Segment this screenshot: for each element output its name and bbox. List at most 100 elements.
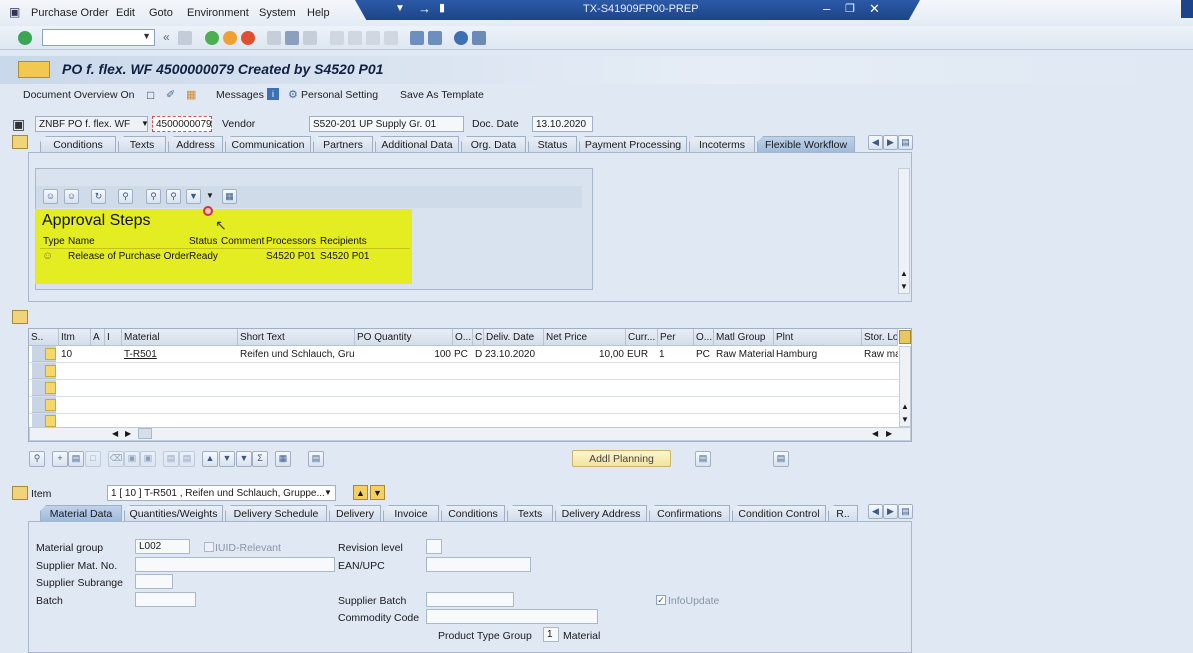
scroll-left-icon[interactable]: ◀ (872, 429, 878, 438)
col-plant[interactable]: Plnt (774, 329, 862, 346)
other-po-icon[interactable]: ✐ (166, 88, 175, 101)
cell-matl-group[interactable]: Raw Materials (716, 349, 774, 360)
menu-purchase-order[interactable]: Purchase Order (31, 7, 109, 19)
po-number-field[interactable]: 4500000079 (152, 116, 212, 132)
next-page-icon[interactable] (366, 31, 380, 45)
tab-right-icon[interactable]: ▶ (883, 504, 898, 519)
items-hscrollbar[interactable]: ◀ ▶ ◀ ▶ (29, 427, 911, 441)
scroll-up-icon[interactable]: ▲ (901, 402, 909, 411)
menu-edit[interactable]: Edit (116, 7, 135, 19)
supplier-mat-field[interactable] (135, 557, 335, 572)
shortcut-icon[interactable] (428, 31, 442, 45)
tab-delivery-address[interactable]: Delivery Address (555, 505, 647, 521)
lock-icon[interactable]: ▣ (124, 451, 140, 467)
scroll-right-icon[interactable]: ▶ (886, 429, 892, 438)
collapse-icon[interactable]: « (163, 30, 177, 44)
col-net-price[interactable]: Net Price (544, 329, 626, 346)
approval-row-name[interactable]: Release of Purchase Order (68, 251, 189, 262)
expand-items-icon[interactable] (12, 310, 28, 324)
cell-unit[interactable]: PC (454, 349, 468, 360)
print-preview-icon[interactable]: ▦ (275, 451, 291, 467)
cell-currency[interactable]: EUR (627, 349, 648, 360)
addl-planning-button[interactable]: Addl Planning (572, 450, 671, 467)
menu-system[interactable]: System (259, 7, 296, 19)
col-per[interactable]: Per (658, 329, 694, 346)
tab-org-data[interactable]: Org. Data (461, 136, 526, 152)
tab-left-icon[interactable]: ◀ (868, 135, 883, 150)
command-field[interactable]: ▼ (42, 29, 155, 46)
product-type-group-field[interactable]: 1 (543, 627, 559, 642)
tab-incoterms[interactable]: Incoterms (689, 136, 755, 152)
col-stor-loc[interactable]: Stor. Lo (862, 329, 898, 346)
hold-icon[interactable]: ▦ (186, 88, 196, 101)
copy-row-icon[interactable]: ▤ (68, 451, 84, 467)
menu-goto[interactable]: Goto (149, 7, 173, 19)
person-icon[interactable]: ☺ (43, 189, 58, 204)
collapse-item-icon[interactable] (12, 486, 28, 500)
doc-date-field[interactable]: 13.10.2020 (532, 116, 593, 132)
refresh-icon[interactable]: ↻ (91, 189, 106, 204)
cell-material[interactable]: T-R501 (124, 349, 157, 360)
add-row-icon[interactable]: + (52, 451, 68, 467)
cell-net-price[interactable]: 10,00 (544, 349, 624, 360)
ean-field[interactable] (426, 557, 531, 572)
col-item-cat[interactable]: I (105, 329, 122, 346)
exit-icon[interactable] (223, 31, 237, 45)
personal-setting-button[interactable]: Personal Setting (301, 89, 378, 101)
batch-field[interactable] (135, 592, 196, 607)
tab-right-icon[interactable]: ▶ (883, 135, 898, 150)
scroll-up-icon[interactable]: ▲ (900, 269, 908, 278)
details-icon[interactable]: ⚲ (29, 451, 45, 467)
col-material[interactable]: Material (122, 329, 238, 346)
last-page-icon[interactable] (384, 31, 398, 45)
col-po-quantity[interactable]: PO Quantity (355, 329, 453, 346)
col-o[interactable]: O... (694, 329, 714, 346)
previous-item-icon[interactable]: ▲ (353, 485, 368, 500)
menu-help[interactable]: Help (307, 7, 330, 19)
chevron-down-icon[interactable]: ▼ (141, 119, 149, 128)
supplier-subrange-field[interactable] (135, 574, 173, 589)
scroll-thumb[interactable] (138, 428, 152, 439)
delete-icon[interactable]: ⌫ (108, 451, 124, 467)
cell-order-unit[interactable]: PC (696, 349, 710, 360)
item-select[interactable]: 1 [ 10 ] T-R501 , Reifen und Schlauch, G… (107, 485, 336, 501)
col-status[interactable]: S.. (29, 329, 59, 346)
insert-row-icon[interactable]: □ (85, 451, 101, 467)
planning-icon[interactable]: ▤ (695, 451, 711, 467)
tab-conditions[interactable]: Conditions (40, 136, 116, 152)
vendor-field[interactable]: S520-201 UP Supply Gr. 01 (309, 116, 464, 132)
chevron-down-icon[interactable]: ▼ (324, 488, 332, 497)
header-scrollbar[interactable]: ▲ ▼ (898, 168, 910, 294)
tab-invoice[interactable]: Invoice (383, 505, 439, 521)
scroll-down-icon[interactable]: ▼ (901, 415, 909, 424)
col-currency[interactable]: Curr... (626, 329, 658, 346)
cell-item[interactable]: 10 (61, 349, 72, 360)
print-icon[interactable] (267, 31, 281, 45)
revision-level-field[interactable] (426, 539, 442, 554)
col-acct[interactable]: A (91, 329, 105, 346)
cell-short-text[interactable]: Reifen und Schlauch, Gru... (240, 349, 354, 360)
tab-list-icon[interactable]: ▤ (898, 135, 913, 150)
dropdown-arrow-icon[interactable]: ▼ (395, 3, 405, 14)
export-icon[interactable]: ▤ (773, 451, 789, 467)
scroll-down-icon[interactable]: ▼ (900, 282, 908, 291)
next-item-icon[interactable]: ▼ (370, 485, 385, 500)
tab-item-conditions[interactable]: Conditions (441, 505, 505, 521)
chevron-down-icon[interactable]: ▼ (142, 31, 151, 41)
tab-communication[interactable]: Communication (225, 136, 311, 152)
column-settings-icon[interactable] (899, 330, 911, 344)
save-as-template-button[interactable]: Save As Template (400, 89, 484, 101)
tab-confirmations[interactable]: Confirmations (649, 505, 730, 521)
group-icon[interactable]: ☺ (64, 189, 79, 204)
tab-status[interactable]: Status (528, 136, 577, 152)
cancel-icon[interactable] (241, 31, 255, 45)
chevron-down-icon[interactable]: ▼ (206, 191, 214, 200)
tab-texts[interactable]: Texts (118, 136, 166, 152)
help-icon[interactable] (454, 31, 468, 45)
cell-stor-loc[interactable]: Raw ma (864, 349, 898, 360)
iuid-checkbox[interactable] (204, 542, 214, 552)
tab-condition-control[interactable]: Condition Control (732, 505, 826, 521)
new-document-icon[interactable]: □ (147, 88, 154, 102)
expand-header-icon[interactable] (12, 135, 28, 149)
cell-per[interactable]: 1 (659, 349, 665, 360)
